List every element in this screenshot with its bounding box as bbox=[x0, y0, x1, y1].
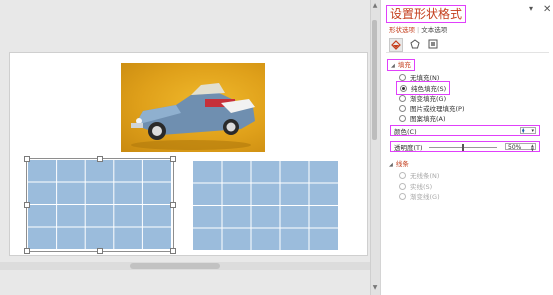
radio-gradient-fill[interactable]: 渐变填充(G) bbox=[399, 93, 446, 103]
line-section-header[interactable]: ◢ 线条 bbox=[389, 158, 409, 168]
table-right-grid bbox=[193, 161, 338, 250]
vertical-scroll-thumb[interactable] bbox=[372, 20, 377, 140]
fill-section-label: 填充 bbox=[397, 61, 411, 69]
line-section-label: 线条 bbox=[395, 160, 409, 168]
divider bbox=[386, 52, 549, 53]
slide-canvas bbox=[0, 0, 370, 295]
resize-handle[interactable] bbox=[97, 248, 103, 254]
resize-handle[interactable] bbox=[170, 156, 176, 162]
radio-label: 渐变线(G) bbox=[410, 193, 440, 201]
radio-label: 渐变填充(G) bbox=[410, 95, 447, 103]
resize-handle[interactable] bbox=[97, 156, 103, 162]
radio-button[interactable] bbox=[399, 73, 406, 81]
radio-solid-line[interactable]: 实线(S) bbox=[399, 181, 432, 191]
pane-category-icons bbox=[389, 38, 439, 52]
color-label: 颜色(C) bbox=[394, 127, 417, 136]
tab-separator: | bbox=[417, 26, 420, 34]
radio-label: 纯色填充(S) bbox=[411, 85, 447, 93]
spin-arrows-icon[interactable]: ▲ ▼ bbox=[531, 144, 534, 152]
pane-title: 设置形状格式 bbox=[386, 5, 467, 23]
radio-button[interactable] bbox=[400, 84, 407, 92]
fill-color-row: 颜色(C) ⧫ ▾ bbox=[390, 125, 540, 136]
fill-section-header[interactable]: ◢ 填充 bbox=[387, 59, 415, 71]
slider-thumb[interactable] bbox=[462, 144, 464, 151]
close-icon[interactable]: ✕ bbox=[543, 4, 551, 15]
pane-options-icon[interactable]: ▾ bbox=[529, 4, 533, 13]
radio-label: 图案填充(A) bbox=[410, 115, 446, 123]
resize-handle[interactable] bbox=[170, 202, 176, 208]
car-photo[interactable] bbox=[121, 63, 265, 152]
radio-button[interactable] bbox=[399, 171, 406, 179]
radio-button[interactable] bbox=[399, 182, 406, 190]
chevron-down-icon: ▾ bbox=[531, 127, 534, 134]
transparency-slider[interactable] bbox=[429, 144, 497, 151]
scroll-up-icon[interactable]: ▲ bbox=[371, 2, 379, 10]
transparency-value: 50% bbox=[508, 144, 522, 151]
resize-handle[interactable] bbox=[24, 202, 30, 208]
transparency-spinner[interactable]: 50% ▲ ▼ bbox=[505, 143, 536, 152]
radio-label: 实线(S) bbox=[410, 183, 433, 191]
pane-tabs: 形状选项 | 文本选项 bbox=[389, 24, 447, 34]
resize-handle[interactable] bbox=[170, 248, 176, 254]
resize-handle[interactable] bbox=[24, 156, 30, 162]
slide[interactable] bbox=[9, 52, 368, 256]
size-properties-icon[interactable] bbox=[427, 38, 439, 50]
transparency-label: 透明度(T) bbox=[394, 143, 423, 152]
radio-pattern-fill[interactable]: 图案填充(A) bbox=[399, 113, 446, 123]
radio-button[interactable] bbox=[399, 104, 406, 112]
table-selection-frame bbox=[26, 158, 174, 252]
transparency-row: 透明度(T) 50% ▲ ▼ bbox=[390, 141, 540, 152]
radio-button[interactable] bbox=[399, 192, 406, 200]
tab-shape-options[interactable]: 形状选项 bbox=[389, 26, 415, 34]
color-picker-button[interactable]: ⧫ ▾ bbox=[520, 127, 536, 134]
effects-icon[interactable] bbox=[409, 38, 421, 50]
radio-picture-fill[interactable]: 图片或纹理填充(P) bbox=[399, 103, 465, 113]
horizontal-scroll-thumb[interactable] bbox=[130, 263, 220, 269]
resize-handle[interactable] bbox=[24, 248, 30, 254]
radio-label: 无线条(N) bbox=[410, 172, 440, 180]
radio-gradient-line[interactable]: 渐变线(G) bbox=[399, 191, 440, 201]
table-right[interactable] bbox=[193, 161, 338, 250]
fill-line-icon[interactable] bbox=[389, 38, 403, 52]
paint-bucket-icon: ⧫ bbox=[522, 127, 525, 134]
radio-button[interactable] bbox=[399, 114, 406, 122]
tab-text-options[interactable]: 文本选项 bbox=[421, 26, 447, 34]
radio-no-line[interactable]: 无线条(N) bbox=[399, 170, 439, 180]
toy-car-image bbox=[131, 83, 255, 150]
radio-button[interactable] bbox=[399, 94, 406, 102]
format-shape-pane: 设置形状格式 ▾ ✕ 形状选项 | 文本选项 ◢ 填充 无填充(N) 纯色填充(S) … bbox=[380, 0, 553, 295]
radio-label: 图片或纹理填充(P) bbox=[410, 105, 465, 113]
scroll-down-icon[interactable]: ▼ bbox=[371, 284, 379, 292]
